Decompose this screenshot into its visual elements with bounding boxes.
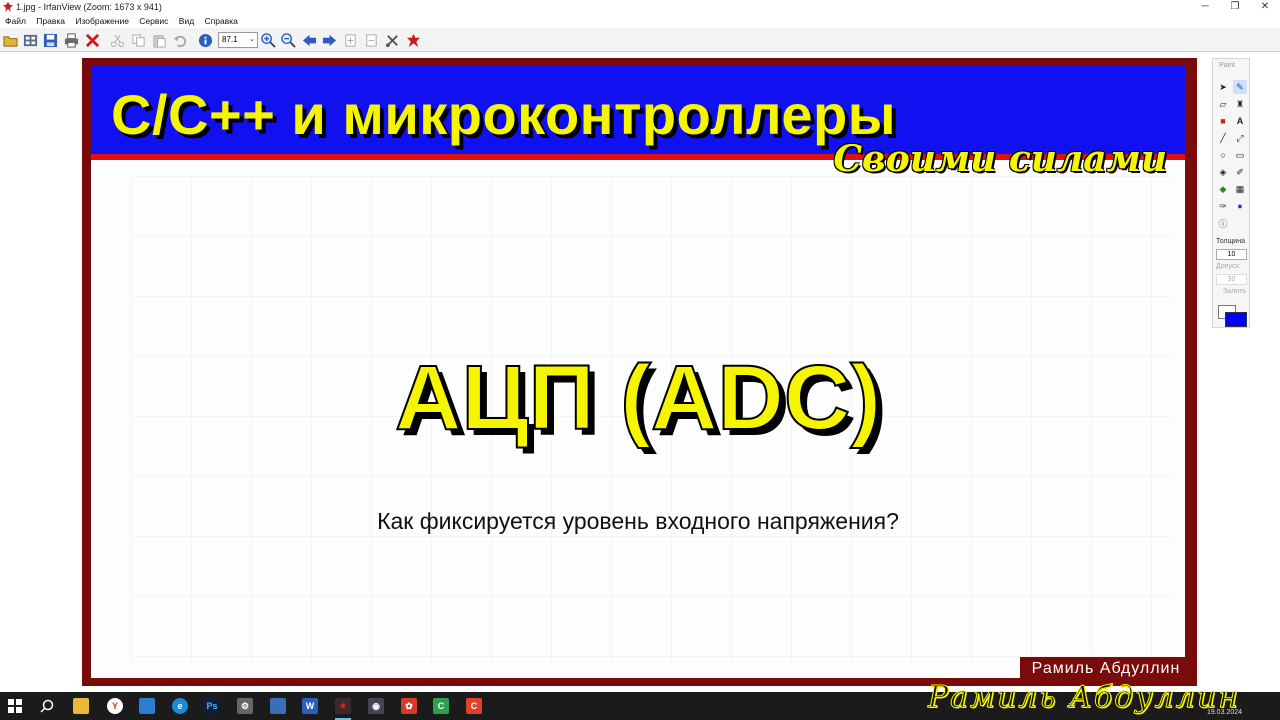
slide-subheadline: Своими силами (833, 138, 1167, 180)
irfanview-app-icon (3, 2, 13, 12)
blur-icon[interactable]: ▦ (1233, 182, 1247, 196)
zoom-out-icon[interactable] (280, 32, 296, 48)
word-icon[interactable]: W (300, 696, 320, 716)
fill-bucket-icon[interactable]: ◈ (1216, 165, 1230, 179)
copy-icon[interactable] (130, 32, 146, 48)
slide-question: Как фиксируется уровень входного напряже… (377, 508, 899, 534)
print-icon[interactable] (63, 32, 79, 48)
photoshop-icon[interactable]: Ps (202, 696, 222, 716)
cut-icon[interactable] (109, 32, 125, 48)
settings-icon[interactable] (384, 32, 400, 48)
app-tool-icon[interactable]: ⚙ (235, 696, 255, 716)
menu-options[interactable]: Сервис (139, 15, 168, 28)
pen-icon[interactable]: ✎ (1233, 80, 1247, 94)
delete-icon[interactable] (84, 32, 100, 48)
next-icon[interactable] (321, 32, 337, 48)
last-page-icon[interactable] (363, 32, 379, 48)
green-c-app-icon[interactable]: C (431, 696, 451, 716)
irfanview-taskbar-icon[interactable]: ✶ (333, 696, 353, 720)
irfanview-icon[interactable] (405, 32, 421, 48)
save-icon[interactable] (42, 32, 58, 48)
thumbnails-icon[interactable] (22, 32, 38, 48)
first-page-icon[interactable] (342, 32, 358, 48)
open-folder-icon[interactable] (2, 32, 18, 48)
menu-view[interactable]: Вид (179, 15, 194, 28)
info-circle-icon[interactable]: ⓘ (1216, 216, 1230, 230)
undo-icon[interactable] (172, 32, 188, 48)
slide-image: C/C++ и микроконтроллеры Своими силами А… (91, 66, 1185, 678)
color-picker-icon[interactable]: ✐ (1233, 165, 1247, 179)
chevron-down-icon: ⌄ (249, 36, 255, 43)
store-icon[interactable] (137, 696, 157, 716)
image-app-icon[interactable] (268, 696, 288, 716)
select-arrow-icon[interactable]: ➤ (1216, 80, 1230, 94)
minimize-button[interactable]: ─ (1190, 0, 1220, 15)
menu-help[interactable]: Справка (205, 15, 238, 28)
red-marker-icon[interactable]: ■ (1216, 114, 1230, 128)
eraser-icon[interactable]: ▱ (1216, 97, 1230, 111)
thickness-spinner[interactable]: 10 (1216, 249, 1247, 260)
close-button[interactable]: ✕ (1250, 0, 1280, 15)
window-title: 1.jpg - IrfanView (Zoom: 1673 x 941) (16, 2, 162, 12)
arrow-line-icon[interactable]: ⤢ (1233, 131, 1247, 145)
toolbar: 87.1 ⌄ (0, 28, 1280, 52)
info-icon[interactable] (197, 32, 213, 48)
stamp-icon[interactable]: ♜ (1233, 97, 1247, 111)
zoom-value: 87.1 (222, 35, 238, 44)
background-color-swatch[interactable] (1225, 312, 1247, 327)
paste-icon[interactable] (151, 32, 167, 48)
search-icon[interactable] (37, 696, 57, 716)
clone-icon[interactable]: ◆ (1216, 182, 1230, 196)
text-tool-icon[interactable]: A (1233, 114, 1247, 128)
cat-app-icon[interactable]: ◉ (366, 696, 386, 716)
ellipse-icon[interactable]: ○ (1216, 148, 1230, 162)
orange-c-app-icon[interactable]: C (464, 696, 484, 716)
tolerance-spinner[interactable]: 30 (1216, 274, 1247, 285)
paint-panel: Paint ➤ ✎ ▱ ♜ ■ A ╱ ⤢ ○ ▭ ◈ ✐ ◆ ▦ ✑ ● ⓘ … (1212, 58, 1250, 328)
menu-image[interactable]: Изображение (75, 15, 129, 28)
zoom-select[interactable]: 87.1 ⌄ (218, 32, 258, 48)
slide-headline: C/C++ и микроконтроллеры (111, 83, 897, 146)
brush-icon[interactable]: ✑ (1216, 199, 1230, 213)
fill-checkbox-label[interactable]: Залить (1223, 288, 1246, 295)
tolerance-label: Допуск: (1216, 263, 1241, 270)
previous-icon[interactable] (301, 32, 317, 48)
file-explorer-icon[interactable] (71, 696, 91, 716)
menu-file[interactable]: Файл (5, 15, 26, 28)
red-app-icon[interactable]: ✿ (399, 696, 419, 716)
author-watermark: Рамиль Абдуллин (928, 680, 1240, 716)
slide-big-title: АЦП (ADC) (394, 346, 882, 450)
menu-edit[interactable]: Правка (36, 15, 65, 28)
title-bar: 1.jpg - IrfanView (Zoom: 1673 x 941) ─ ❐… (0, 0, 1280, 15)
yandex-browser-icon[interactable]: Y (105, 696, 125, 716)
paint-panel-title: Paint (1219, 62, 1235, 69)
line-icon[interactable]: ╱ (1216, 131, 1230, 145)
menu-bar: Файл Правка Изображение Сервис Вид Справ… (0, 15, 1280, 28)
maximize-button[interactable]: ❐ (1220, 0, 1250, 15)
edge-icon[interactable]: e (170, 696, 190, 716)
help-icon[interactable]: ● (1233, 199, 1247, 213)
start-windows-icon[interactable] (5, 696, 25, 716)
author-badge: Рамиль Абдуллин (1020, 657, 1192, 681)
zoom-in-icon[interactable] (260, 32, 276, 48)
rectangle-icon[interactable]: ▭ (1233, 148, 1247, 162)
thickness-label: Толщина (1216, 238, 1245, 245)
